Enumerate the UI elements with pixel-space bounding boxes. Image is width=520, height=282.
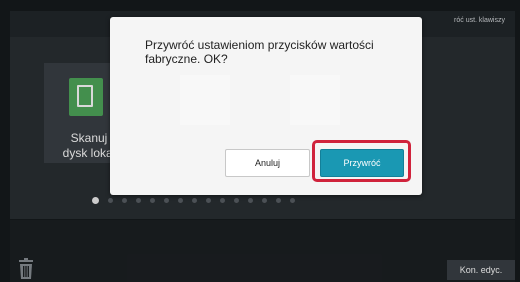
dialog-background-shape	[180, 75, 230, 125]
dialog-message: Przywróć ustawieniom przycisków wartości…	[145, 38, 374, 66]
confirm-dialog: Przywróć ustawieniom przycisków wartości…	[110, 17, 422, 195]
cancel-button[interactable]: Anuluj	[225, 149, 310, 177]
dialog-background-shape	[290, 75, 340, 125]
restore-button[interactable]: Przywróć	[320, 149, 404, 177]
